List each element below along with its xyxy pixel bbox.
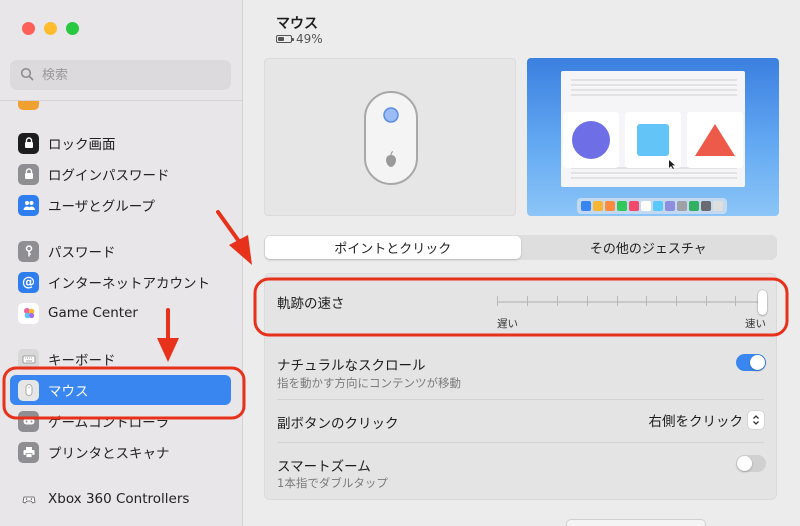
natural-scroll-row: ナチュラルなスクロール 指を動かす方向にコンテンツが移動 [265,335,776,399]
tab-bar: ポイントとクリック その他のジェスチャ [264,235,777,260]
mouse-icon [18,379,39,401]
chevron-up-down-icon [748,411,764,429]
sidebar-item-label: マウス [48,384,89,400]
slider-min-label: 遅い [497,318,518,330]
tab-point-and-click[interactable]: ポイントとクリック [265,236,521,259]
sidebar-item-lock-screen[interactable]: ロック画面 [10,128,231,158]
zoom-window-button[interactable] [66,22,79,35]
gesture-preview [527,58,779,216]
natural-scroll-label: ナチュラルなスクロール [277,358,426,374]
sidebar-item-label: プリンタとスキャナ [48,446,170,462]
sidebar-item-passwords[interactable]: パスワード [10,236,231,266]
settings-card: 軌跡の速さ 遅い 速い ナチュラルなスクロール 指を動かす方向にコンテンツが移動 [264,273,777,500]
sidebar-item-users-groups[interactable]: ユーザとグループ [10,190,231,220]
toggle-knob [750,355,765,370]
sidebar: ロック画面 ログインパスワード ユーザとグループ パスワード @ インターネット… [0,0,243,526]
sidebar-item-internet-accounts[interactable]: @ インターネットアカウント [10,267,231,297]
smart-zoom-toggle[interactable] [736,455,766,472]
sidebar-item-partial[interactable] [10,101,231,114]
printer-icon [18,441,39,463]
toggle-knob [737,456,752,471]
page-title: マウス [276,16,318,32]
slider-max-label: 速い [745,318,766,330]
magic-mouse-illustration [364,91,418,185]
sidebar-item-keyboard[interactable]: キーボード [10,344,231,374]
close-window-button[interactable] [22,22,35,35]
slider-tick [497,296,498,306]
lock-icon [18,163,39,185]
at-icon: @ [18,271,39,293]
main-content: マウス 49% ポイントとクリック その他のジェスチャ 軌跡の速さ 遅い 速い … [244,0,800,526]
sidebar-item-printers-scanners[interactable]: プリンタとスキャナ [10,437,231,467]
slider-tick [646,296,647,306]
sidebar-item-login-password[interactable]: ログインパスワード [10,159,231,189]
sidebar-item-game-center[interactable]: Game Center [10,298,231,328]
game-center-icon [18,302,39,324]
sidebar-item-label: Game Center [48,305,138,321]
battery-status: 49% [276,32,323,46]
sidebar-item-mouse[interactable]: マウス [10,375,231,405]
battery-icon [276,35,294,43]
sidebar-item-label: インターネットアカウント [48,276,210,292]
mouse-preview [264,58,516,216]
sidebar-item-label: ユーザとグループ [48,199,155,215]
natural-scroll-description: 指を動かす方向にコンテンツが移動 [277,376,461,390]
slider-tick [527,296,528,306]
sidebar-list[interactable]: ロック画面 ログインパスワード ユーザとグループ パスワード @ インターネット… [0,101,243,526]
search-field[interactable] [10,60,231,90]
sidebar-item-label: ゲームコントローラ [48,415,170,431]
sidebar-item-label: パスワード [48,245,116,261]
secondary-click-value: 右側をクリック [648,414,744,430]
search-input[interactable] [42,67,212,83]
natural-scroll-toggle[interactable] [736,354,766,371]
tracking-speed-slider-knob[interactable] [758,290,767,315]
gamepad-icon [18,410,39,432]
lock-icon [18,132,39,154]
sidebar-item-label: キーボード [48,353,116,369]
users-icon [18,194,39,216]
sidebar-item-xbox-360-controllers[interactable]: Xbox 360 Controllers [10,484,231,514]
gesture-illustration [561,71,745,214]
search-icon [20,66,34,85]
slider-tick [587,296,588,306]
keyboard-icon [18,348,39,370]
sidebar-item-label: Xbox 360 Controllers [48,491,190,507]
window-controls [22,22,79,35]
slider-tick [676,296,677,306]
battery-level: 49% [296,32,323,46]
tracking-speed-slider[interactable] [497,301,765,303]
secondary-click-label: 副ボタンのクリック [277,416,399,432]
smart-zoom-description: 1本指でダブルタップ [277,476,388,490]
slider-tick [706,296,707,306]
secondary-click-row: 副ボタンのクリック 右側をクリック [265,400,776,442]
tracking-speed-label: 軌跡の速さ [277,296,345,312]
sidebar-item-label: ログインパスワード [48,168,170,184]
secondary-click-popup[interactable]: 右側をクリック [648,410,764,430]
sidebar-item-game-controllers[interactable]: ゲームコントローラ [10,406,231,436]
key-icon [18,240,39,262]
sidebar-item-label: ロック画面 [48,137,116,153]
hand-icon [18,101,39,110]
xbox-controller-icon [18,489,39,510]
minimize-window-button[interactable] [44,22,57,35]
bottom-button-partial[interactable] [566,519,706,526]
slider-tick [617,296,618,306]
tab-more-gestures[interactable]: その他のジェスチャ [521,236,777,259]
slider-tick [557,296,558,306]
smart-zoom-row: スマートズーム 1本指でダブルタップ [265,443,776,499]
smart-zoom-label: スマートズーム [277,459,371,475]
tracking-speed-row: 軌跡の速さ 遅い 速い [265,274,776,334]
slider-tick [735,296,736,306]
